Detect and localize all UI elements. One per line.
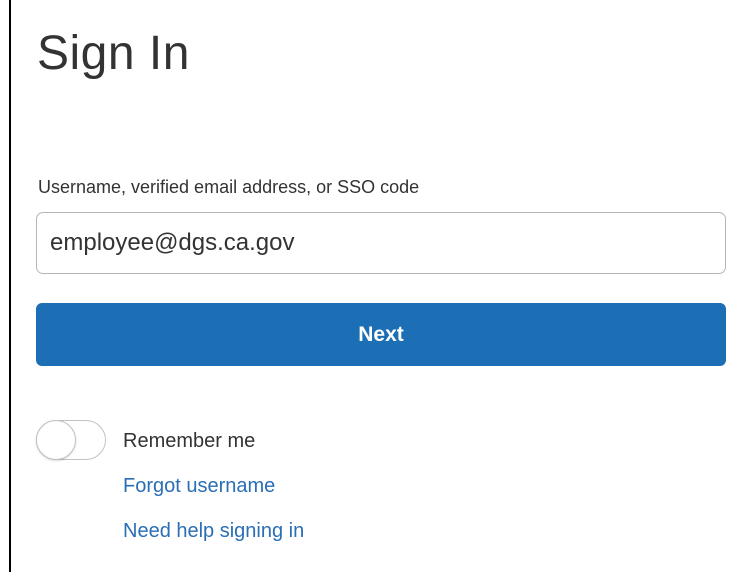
need-help-link[interactable]: Need help signing in [123,519,304,543]
remember-me-label: Remember me [123,430,256,452]
next-button[interactable]: Next [36,303,726,366]
username-label: Username, verified email address, or SSO… [38,177,420,197]
username-input[interactable] [36,212,726,274]
page-title: Sign In [37,27,190,80]
forgot-username-link[interactable]: Forgot username [123,474,275,498]
remember-me-toggle[interactable] [36,420,106,460]
sign-in-panel: Sign In Username, verified email address… [9,0,744,572]
toggle-knob [36,420,76,460]
